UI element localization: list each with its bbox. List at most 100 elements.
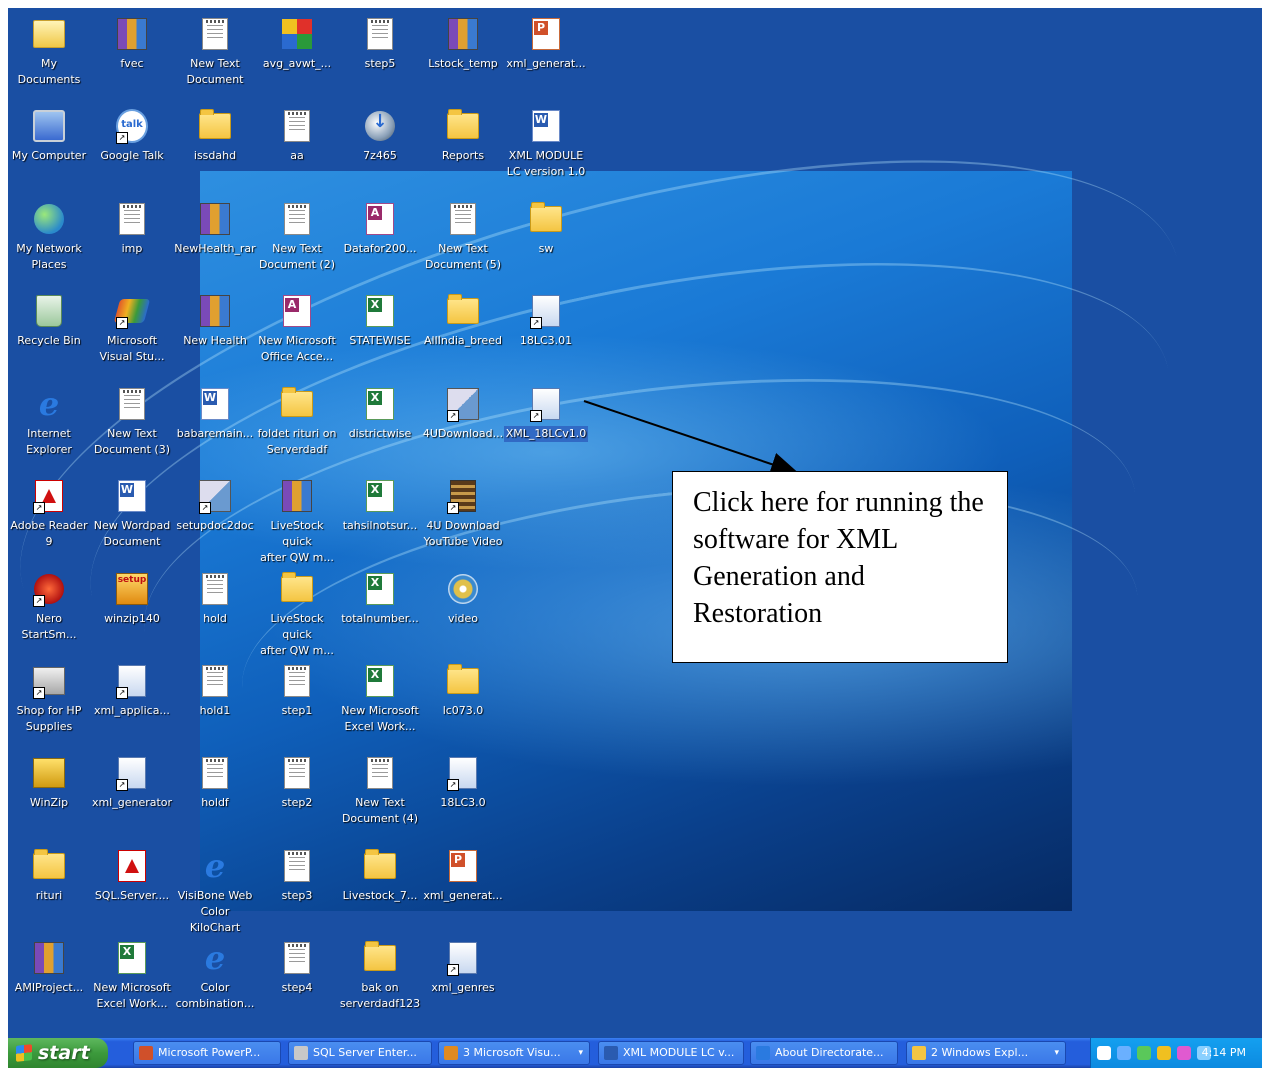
desktop-icon[interactable]: New Text Document (4) bbox=[338, 753, 422, 827]
visual-studio-icon: ↗ bbox=[113, 295, 151, 329]
desktop-icon[interactable]: 7z465 bbox=[338, 106, 422, 164]
desktop-icon[interactable]: e Color combination... bbox=[173, 938, 257, 1012]
desktop-icon[interactable]: e VisiBone Web Color KiloChart bbox=[173, 846, 257, 936]
shortcut-arrow-icon: ↗ bbox=[447, 779, 459, 791]
desktop-icon[interactable]: Recycle Bin bbox=[8, 291, 91, 349]
desktop-icon[interactable]: ↗ xml_genres bbox=[421, 938, 505, 996]
desktop-icon-label: issdahd bbox=[193, 149, 237, 162]
desktop-icon[interactable]: My Documents bbox=[8, 14, 91, 88]
desktop-icon[interactable]: video bbox=[421, 569, 505, 627]
desktop-icon-label: winzip140 bbox=[104, 612, 160, 625]
desktop-icon[interactable]: e Internet Explorer bbox=[8, 384, 91, 458]
desktop-icon[interactable]: NewHealth_rar bbox=[173, 199, 257, 257]
desktop-icon[interactable]: ↗ Microsoft Visual Stu... bbox=[90, 291, 174, 365]
desktop-icon[interactable]: aa bbox=[255, 106, 339, 164]
desktop-icon[interactable]: totalnumber... bbox=[338, 569, 422, 627]
desktop-icon[interactable]: WinZip bbox=[8, 753, 91, 811]
desktop-icon[interactable]: ↗ Shop for HP Supplies bbox=[8, 661, 91, 735]
taskbar-button[interactable]: SQL Server Enter... bbox=[288, 1041, 432, 1065]
desktop-icon[interactable]: Lstock_temp bbox=[421, 14, 505, 72]
desktop-icon[interactable]: LiveStock quick after QW m... bbox=[255, 569, 339, 659]
clock[interactable]: 4:14 PM bbox=[1202, 1038, 1246, 1068]
desktop-icon-label: 4U Download YouTube Video bbox=[423, 519, 503, 548]
desktop-icon[interactable]: ↗ setupdoc2doc bbox=[173, 476, 257, 534]
desktop-icon[interactable]: ↗ 18LC3.0 bbox=[421, 753, 505, 811]
desktop-icon[interactable]: New Text Document bbox=[173, 14, 257, 88]
desktop-icon[interactable]: New Health bbox=[173, 291, 257, 349]
taskbar-button[interactable]: 2 Windows Expl... ▾ bbox=[906, 1041, 1066, 1065]
desktop-icon[interactable]: avg_avwt_... bbox=[255, 14, 339, 72]
taskbar-button[interactable]: 3 Microsoft Visu... ▾ bbox=[438, 1041, 590, 1065]
desktop-icon-label: Microsoft Visual Stu... bbox=[99, 334, 165, 363]
excel-icon bbox=[116, 942, 148, 974]
desktop-icon[interactable]: fvec bbox=[90, 14, 174, 72]
desktop-icon[interactable]: step5 bbox=[338, 14, 422, 72]
desktop-icon[interactable]: New Microsoft Office Acce... bbox=[255, 291, 339, 365]
desktop-icon[interactable]: New Microsoft Excel Work... bbox=[338, 661, 422, 735]
desktop-icon[interactable]: hold bbox=[173, 569, 257, 627]
shortcut-arrow-icon: ↗ bbox=[33, 687, 45, 699]
desktop-icon-label: XML MODULE LC version 1.0 bbox=[506, 149, 586, 178]
desktop-icon[interactable]: babaremain... bbox=[173, 384, 257, 442]
desktop-icon[interactable]: rituri bbox=[8, 846, 91, 904]
start-button[interactable]: start bbox=[8, 1038, 108, 1068]
desktop-icon[interactable]: ↗ 4U Download YouTube Video bbox=[421, 476, 505, 550]
desktop-icon[interactable]: ↗ xml_applica... bbox=[90, 661, 174, 719]
desktop-icon[interactable]: ↗ XML_18LCv1.0 bbox=[504, 384, 588, 442]
desktop-icon[interactable]: step3 bbox=[255, 846, 339, 904]
desktop-icon[interactable]: XML MODULE LC version 1.0 bbox=[504, 106, 588, 180]
desktop-icon[interactable]: ↗ 18LC3.01 bbox=[504, 291, 588, 349]
desktop-icon[interactable]: holdf bbox=[173, 753, 257, 811]
desktop-icon[interactable]: issdahd bbox=[173, 106, 257, 164]
activity-icon[interactable] bbox=[1177, 1046, 1191, 1060]
desktop-icon-label: STATEWISE bbox=[349, 334, 411, 347]
desktop-icon[interactable]: Reports bbox=[421, 106, 505, 164]
text-document-icon bbox=[281, 757, 313, 789]
desktop-icon[interactable]: AllIndia_breed bbox=[421, 291, 505, 349]
desktop-icon[interactable]: My Computer bbox=[8, 106, 91, 164]
desktop-icon[interactable]: xml_generat... bbox=[421, 846, 505, 904]
desktop-icon[interactable]: talk ↗ Google Talk bbox=[90, 106, 174, 164]
desktop-icon[interactable]: SQL.Server.... bbox=[90, 846, 174, 904]
desktop-icon[interactable]: tahsilnotsur... bbox=[338, 476, 422, 534]
desktop-icon[interactable]: New Wordpad Document bbox=[90, 476, 174, 550]
desktop-icon[interactable]: setup winzip140 bbox=[90, 569, 174, 627]
desktop[interactable]: My Documents fvec New Text Document avg_avw… bbox=[8, 8, 1262, 1068]
desktop-icon-label: xml_generat... bbox=[506, 57, 586, 70]
help-icon[interactable] bbox=[1097, 1046, 1111, 1060]
desktop-icon[interactable]: ↗ xml_generator bbox=[90, 753, 174, 811]
taskbar-button[interactable]: XML MODULE LC v... bbox=[598, 1041, 744, 1065]
desktop-icon[interactable]: step1 bbox=[255, 661, 339, 719]
desktop-icon[interactable]: New Microsoft Excel Work... bbox=[90, 938, 174, 1012]
desktop-icon[interactable]: Livestock_7... bbox=[338, 846, 422, 904]
desktop-icon[interactable]: step4 bbox=[255, 938, 339, 996]
desktop-icon[interactable]: STATEWISE bbox=[338, 291, 422, 349]
desktop-icon[interactable]: My Network Places bbox=[8, 199, 91, 273]
desktop-icon[interactable]: New Text Document (5) bbox=[421, 199, 505, 273]
desktop-icon[interactable]: bak on serverdadf123 bbox=[338, 938, 422, 1012]
desktop-icon[interactable]: LiveStock quick after QW m... bbox=[255, 476, 339, 566]
excel-icon bbox=[364, 295, 396, 327]
desktop-icon[interactable]: ↗ Nero StartSm... bbox=[8, 569, 91, 643]
google-talk-icon: talk ↗ bbox=[116, 109, 148, 144]
desktop-icon[interactable]: ↗ Adobe Reader 9 bbox=[8, 476, 91, 550]
desktop-icon[interactable]: hold1 bbox=[173, 661, 257, 719]
taskbar-button[interactable]: About Directorate... bbox=[750, 1041, 898, 1065]
desktop-icon[interactable]: step2 bbox=[255, 753, 339, 811]
desktop-icon[interactable]: New Text Document (3) bbox=[90, 384, 174, 458]
desktop-icon[interactable]: New Text Document (2) bbox=[255, 199, 339, 273]
desktop-icon[interactable]: sw bbox=[504, 199, 588, 257]
desktop-icon[interactable]: lc073.0 bbox=[421, 661, 505, 719]
back-arrow-icon[interactable] bbox=[1117, 1046, 1131, 1060]
desktop-icon[interactable]: imp bbox=[90, 199, 174, 257]
desktop-icon[interactable]: xml_generat... bbox=[504, 14, 588, 72]
desktop-icon[interactable]: foldet rituri on Serverdadf bbox=[255, 384, 339, 458]
network-icon[interactable] bbox=[1137, 1046, 1151, 1060]
desktop-icon[interactable]: AMIProject... bbox=[8, 938, 91, 996]
desktop-icon[interactable]: ↗ 4UDownload... bbox=[421, 384, 505, 442]
desktop-icon[interactable]: districtwise bbox=[338, 384, 422, 442]
antivirus-icon[interactable] bbox=[1157, 1046, 1171, 1060]
desktop-icon[interactable]: Datafor200... bbox=[338, 199, 422, 257]
taskbar-button[interactable]: Microsoft PowerP... bbox=[133, 1041, 281, 1065]
text-document-icon bbox=[199, 665, 231, 697]
